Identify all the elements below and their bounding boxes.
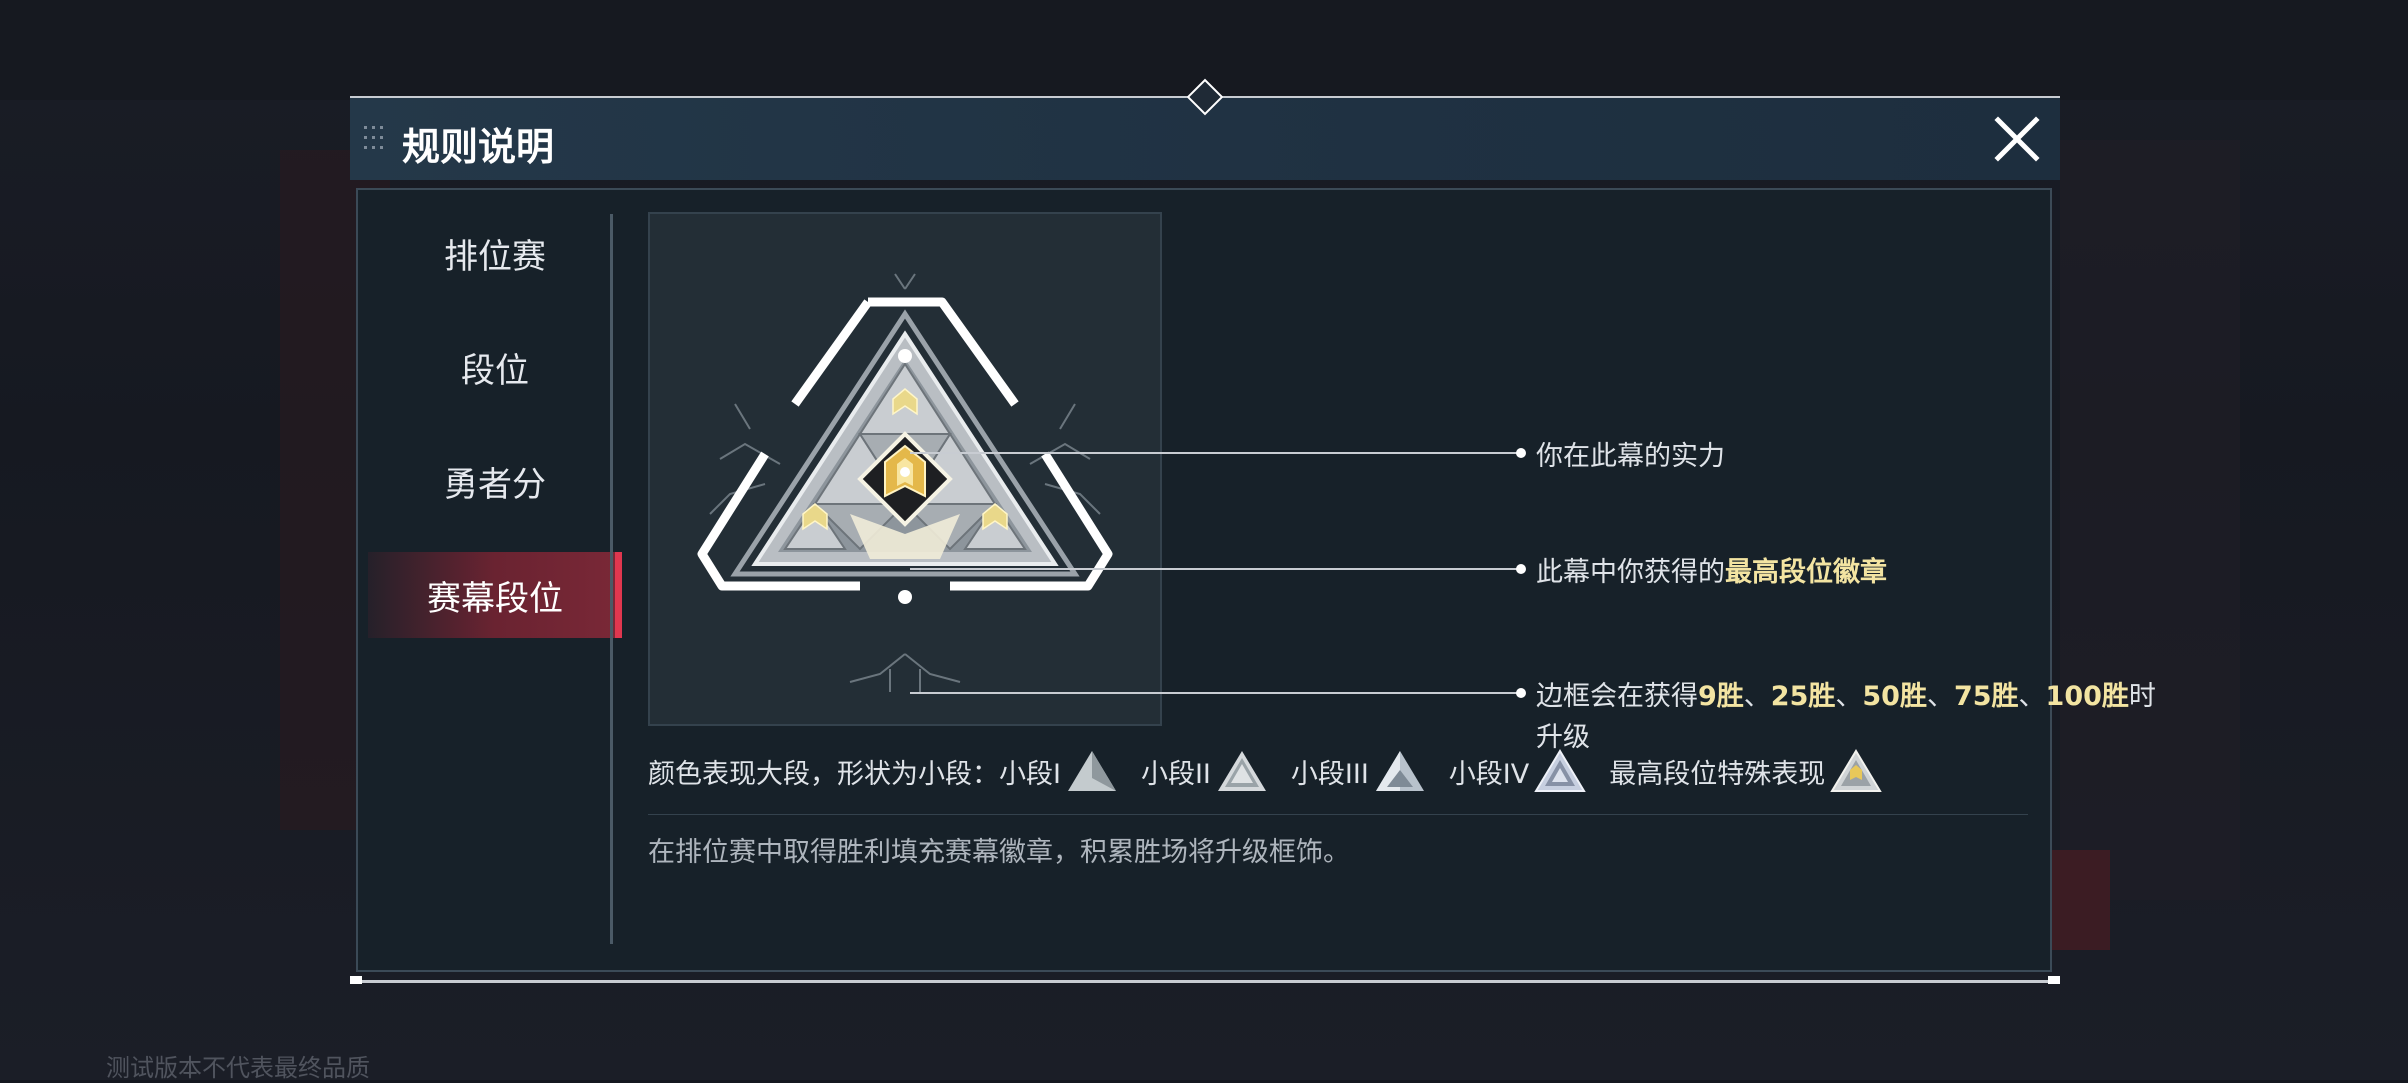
annotation-line-badge	[910, 568, 1522, 570]
annotation-line-strength	[910, 452, 1522, 454]
corner-tick	[2048, 976, 2060, 984]
test-version-watermark: 测试版本不代表最终品质	[106, 1054, 370, 1082]
rules-dialog: 规则说明 排位赛 段位 勇者分 赛幕段位 你在此幕的实力 此幕中你获得的最高段位…	[350, 78, 2156, 984]
annotation-dot	[1516, 564, 1526, 574]
background-panel-right	[2060, 140, 2240, 900]
tier-triangle-icon	[1067, 751, 1116, 791]
dialog-bottom-border	[350, 980, 2060, 983]
corner-tick	[350, 976, 362, 984]
rule-description: 在排位赛中取得胜利填充赛幕徽章，积累胜场将升级框饰。	[648, 837, 1350, 868]
tier-legend-intro: 颜色表现大段，形状为小段：	[648, 758, 999, 790]
annotation-frame: 边框会在获得9胜、25胜、50胜、75胜、100胜时 升级	[1536, 674, 2156, 754]
badge-illustration	[648, 212, 1162, 726]
annotation-badge-prefix: 此幕中你获得的	[1536, 557, 1725, 588]
separator: 、	[1926, 681, 1954, 712]
close-button[interactable]	[1990, 112, 2044, 166]
sidebar-item-label: 赛幕段位	[427, 578, 563, 619]
rules-sidebar: 排位赛 段位 勇者分 赛幕段位	[368, 210, 622, 666]
tier-label: 最高段位特殊表现	[1609, 758, 1826, 790]
grip-icon	[364, 126, 394, 154]
tier-item-3: 小段III	[1291, 748, 1427, 794]
tier-item-4: 小段IV	[1449, 748, 1587, 794]
close-x-icon	[1994, 116, 2040, 162]
act-badge-icon	[697, 273, 1113, 692]
tier-label: 小段IV	[1448, 758, 1530, 790]
wins-value: 9胜	[1698, 681, 1744, 712]
wins-value: 75胜	[1953, 681, 2019, 712]
dialog-body: 排位赛 段位 勇者分 赛幕段位 你在此幕的实力 此幕中你获得的最高段位徽章 边框…	[356, 188, 2156, 972]
wins-value: 50胜	[1862, 681, 1927, 712]
annotation-strength: 你在此幕的实力	[1536, 441, 1725, 472]
separator: 、	[1743, 681, 1771, 712]
annotation-dot	[1516, 448, 1526, 458]
sidebar-divider	[610, 214, 613, 944]
wins-value: 100胜	[2045, 681, 2129, 712]
dialog-title: 规则说明	[402, 125, 555, 169]
sidebar-item-label: 排位赛	[444, 236, 546, 277]
sidebar-item-rank[interactable]: 段位	[368, 324, 622, 410]
separator: 、	[1835, 681, 1863, 712]
annotation-badge: 此幕中你获得的最高段位徽章	[1536, 550, 1887, 589]
annotation-frame-suffix: 时	[2128, 681, 2156, 712]
annotation-frame-prefix: 边框会在获得	[1536, 681, 1698, 712]
annotation-dot	[1516, 688, 1526, 698]
annotation-line-frame	[910, 692, 1522, 694]
sidebar-item-ranked[interactable]: 排位赛	[368, 210, 622, 296]
tier-label: 小段I	[999, 758, 1061, 790]
tier-item-1: 小段I	[999, 748, 1119, 794]
tier-item-2: 小段II	[1141, 748, 1269, 794]
tier-legend: 颜色表现大段，形状为小段： 小段I 小段II 小段III 小段IV 最高段位特殊…	[648, 746, 1905, 796]
section-divider	[648, 814, 2028, 815]
sidebar-item-act-rank[interactable]: 赛幕段位	[368, 552, 622, 638]
tier-item-top: 最高段位特殊表现	[1609, 748, 1883, 794]
sidebar-item-label: 段位	[461, 350, 529, 391]
wins-value: 25胜	[1770, 681, 1836, 712]
tier-triangle-gold-icon	[1830, 749, 1883, 792]
sidebar-item-brave-score[interactable]: 勇者分	[368, 438, 622, 524]
sidebar-item-label: 勇者分	[444, 464, 546, 505]
tier-triangle-icon	[1217, 751, 1266, 791]
tier-label: 小段III	[1290, 758, 1369, 790]
annotation-badge-highlight: 最高段位徽章	[1725, 557, 1887, 588]
tier-triangle-icon	[1534, 749, 1587, 792]
tier-triangle-icon	[1375, 751, 1424, 791]
separator: 、	[2018, 681, 2046, 712]
tier-label: 小段II	[1140, 758, 1211, 790]
